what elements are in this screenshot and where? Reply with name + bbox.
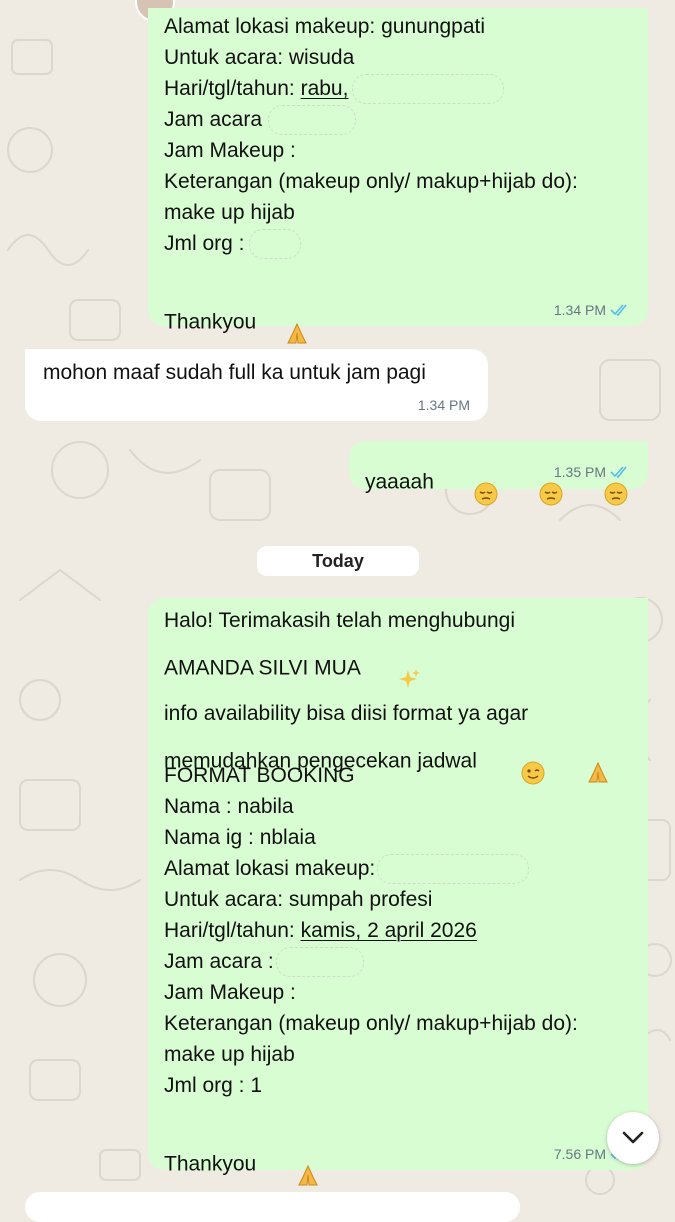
message-line: Jml org : 1	[164, 1074, 263, 1097]
pray-emoji	[260, 290, 309, 356]
message-line: Untuk acara: sumpah profesi	[164, 888, 433, 911]
message-line: Hari/tgl/tahun: kamis, 2 april 2026	[164, 919, 477, 942]
date-link[interactable]: kamis, 2 april 2026	[301, 919, 477, 942]
message-bubble-outgoing[interactable]: Alamat lokasi makeup: gunungpati Untuk a…	[148, 8, 648, 344]
message-meta: 1.34 PM	[418, 397, 470, 413]
message-line: Alamat lokasi makeup: gunungpati	[164, 15, 486, 38]
pray-emoji	[260, 1132, 321, 1198]
message-line: make up hijab	[164, 1043, 295, 1066]
message-bubble-outgoing[interactable]: yaaaah 1.35 PM	[349, 441, 648, 506]
redacted-area	[268, 105, 357, 136]
message-line: Jam Makeup :	[164, 981, 296, 1004]
message-line: info availability bisa diisi format ya a…	[164, 702, 529, 725]
message-line: Jam acara	[164, 104, 632, 136]
double-check-icon	[610, 304, 627, 316]
message-line	[164, 259, 632, 290]
message-line: Alamat lokasi makeup:	[164, 853, 632, 885]
redacted-area	[248, 229, 301, 260]
message-line: Jam Makeup :	[164, 139, 296, 162]
sparkles-emoji	[361, 636, 422, 702]
message-line: Jam acara :	[164, 946, 632, 978]
message-bubble-outgoing[interactable]: Halo! Terimakasih telah menghubungi AMAN…	[148, 598, 648, 1186]
pray-emoji	[550, 729, 611, 795]
scroll-to-bottom-button[interactable]	[607, 1112, 659, 1164]
message-line: Untuk acara: wisuda	[164, 46, 355, 69]
date-link[interactable]: rabu,	[301, 77, 349, 100]
message-time: 1.34 PM	[553, 302, 606, 318]
message-line: make up hijab	[164, 201, 295, 224]
double-check-icon	[610, 466, 627, 478]
message-bubble-incoming[interactable]: mohon maaf sudah full ka untuk jam pagi …	[25, 349, 488, 421]
date-separator: Today	[257, 546, 419, 576]
message-line: Hari/tgl/tahun: rabu,	[164, 73, 632, 105]
message-line: Nama : nabila	[164, 795, 294, 818]
message-line	[164, 1101, 632, 1132]
chevron-down-icon	[622, 1131, 644, 1144]
message-meta: 1.34 PM	[554, 302, 630, 318]
message-line: Jml org :	[164, 228, 632, 260]
message-line: Keterangan (makeup only/ makup+hijab do)…	[164, 170, 578, 193]
redacted-area	[352, 74, 505, 105]
message-line: Keterangan (makeup only/ makup+hijab do)…	[164, 1012, 578, 1035]
message-time: 1.34 PM	[417, 397, 470, 413]
redacted-area	[377, 854, 530, 885]
message-text: mohon maaf sudah full ka untuk jam pagi	[43, 361, 426, 384]
pensive-emoji	[438, 450, 499, 516]
message-time: 1.35 PM	[553, 464, 606, 480]
pensive-emoji	[503, 450, 564, 516]
message-line: AMANDA SILVI MUA	[164, 636, 632, 688]
redacted-area	[275, 947, 364, 978]
pensive-emoji	[568, 450, 629, 516]
message-meta: 1.35 PM	[554, 464, 630, 480]
message-time: 7.56 PM	[553, 1146, 606, 1162]
message-line: Halo! Terimakasih telah menghubungi	[164, 609, 515, 632]
message-line: memudahkan pengecekan jadwal	[164, 729, 632, 785]
message-line: Nama ig : nblaia	[164, 826, 316, 849]
wink-emoji	[485, 729, 546, 795]
message-input-bar[interactable]	[25, 1192, 520, 1222]
